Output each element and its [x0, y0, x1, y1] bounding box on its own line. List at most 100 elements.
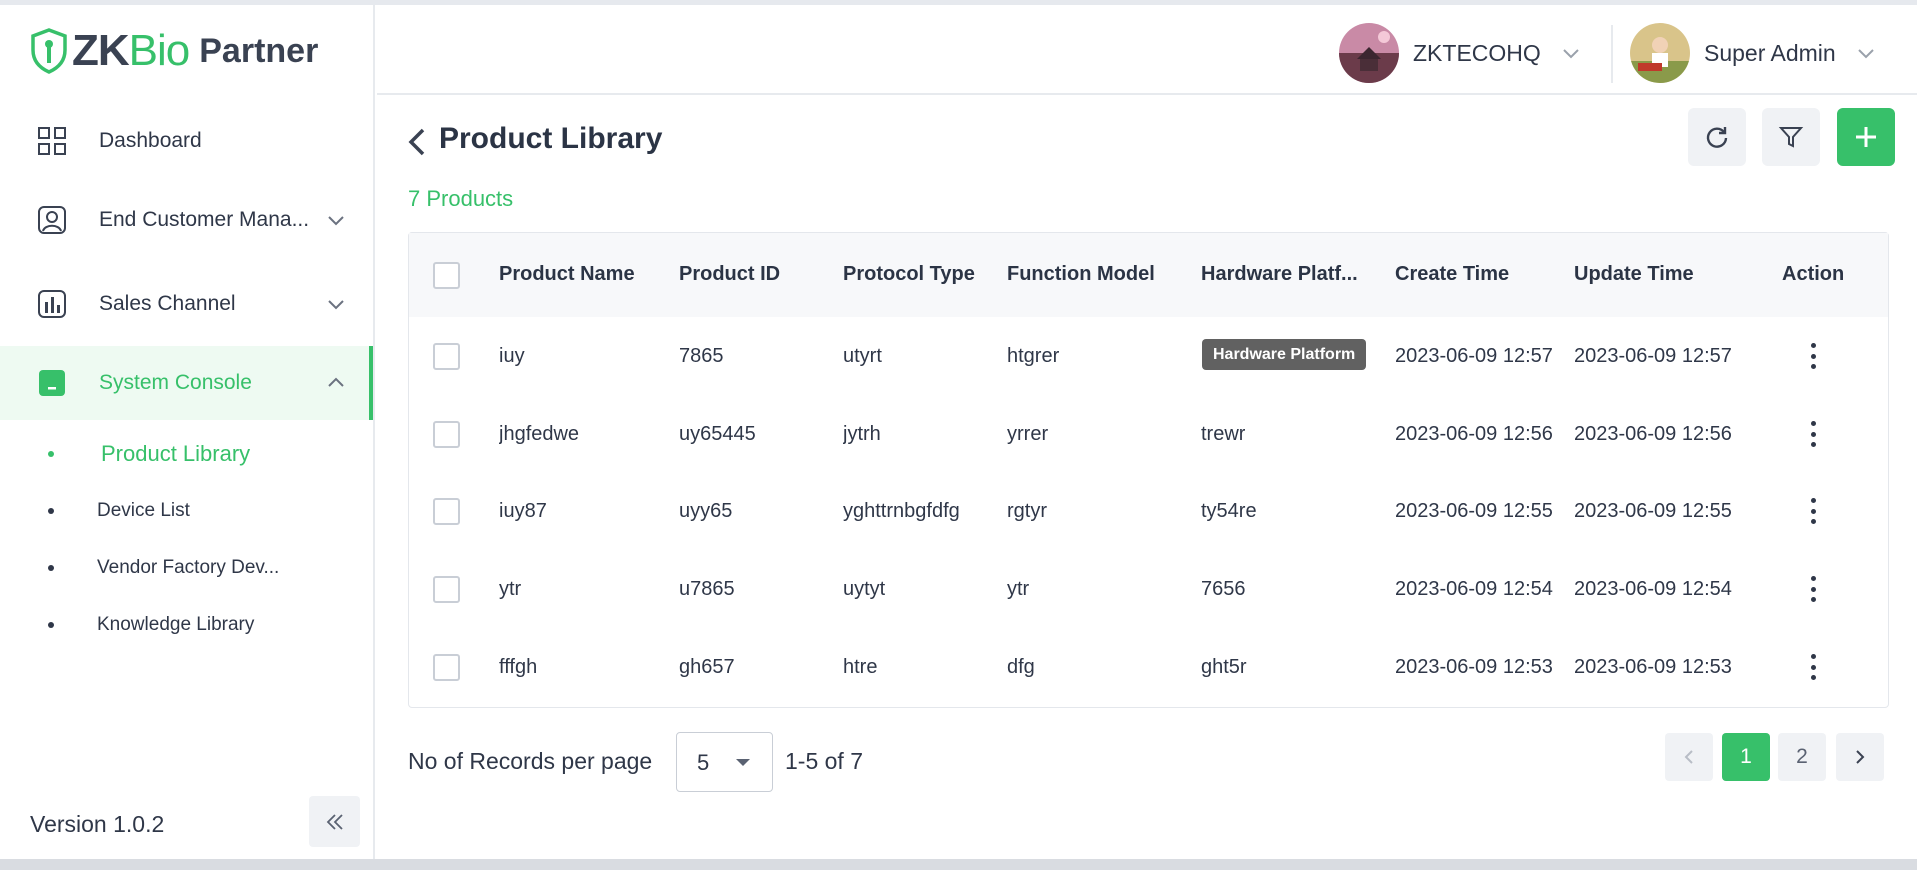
- row-checkbox[interactable]: [433, 343, 460, 370]
- user-badge-icon: [38, 206, 66, 234]
- column-header-product-name[interactable]: Product Name: [499, 263, 635, 286]
- more-actions-icon[interactable]: [1808, 421, 1818, 447]
- back-arrow-icon[interactable]: [405, 126, 429, 158]
- cell-protocol-type: yghttrnbgfdfg: [843, 500, 960, 522]
- filter-button[interactable]: [1762, 108, 1820, 166]
- sidebar-item-dashboard[interactable]: Dashboard: [0, 104, 373, 178]
- cell-hardware-platform: 7656: [1201, 578, 1246, 600]
- product-table: Product Name Product ID Protocol Type Fu…: [408, 232, 1889, 708]
- table-row[interactable]: iuy 7865 utyrt htgrer 2023-06-09 12:57 2…: [409, 317, 1888, 395]
- row-checkbox[interactable]: [433, 576, 460, 603]
- sidebar-subitem-label: Knowledge Library: [97, 614, 255, 635]
- more-actions-icon[interactable]: [1808, 654, 1818, 680]
- chevron-down-icon: [328, 300, 344, 310]
- prev-page-button[interactable]: [1665, 733, 1713, 781]
- caret-down-icon: [736, 759, 750, 766]
- bar-chart-icon: [38, 290, 66, 318]
- sidebar-item-system-console[interactable]: System Console: [0, 346, 373, 420]
- sidebar-item-label: Sales Channel: [99, 292, 236, 315]
- logo-bio-text: Bio: [128, 26, 191, 75]
- column-header-function-model[interactable]: Function Model: [1007, 263, 1155, 286]
- top-header: ZKTECOHQ Super Admin: [377, 5, 1917, 95]
- cell-function-model: dfg: [1007, 656, 1035, 678]
- sidebar-item-end-customer[interactable]: End Customer Mana...: [0, 183, 373, 257]
- page-button-1[interactable]: 1: [1722, 733, 1770, 781]
- select-all-checkbox[interactable]: [433, 262, 460, 289]
- version-text: Version 1.0.2: [30, 811, 165, 837]
- sidebar-subitem-product-library[interactable]: Product Library: [0, 432, 373, 476]
- chevron-left-icon: [1684, 750, 1693, 764]
- sidebar-subitem-label: Product Library: [101, 441, 251, 466]
- shield-logo-icon: [31, 28, 67, 74]
- user-menu[interactable]: Super Admin: [1630, 23, 1878, 83]
- page-button-2[interactable]: 2: [1778, 733, 1826, 781]
- grid-icon: [38, 127, 66, 155]
- chevron-down-icon: [1563, 49, 1579, 59]
- sidebar-subitem-knowledge-library[interactable]: Knowledge Library: [0, 603, 373, 647]
- org-switcher[interactable]: ZKTECOHQ: [1339, 23, 1583, 83]
- refresh-icon: [1706, 127, 1728, 148]
- more-actions-icon[interactable]: [1808, 498, 1818, 524]
- table-row[interactable]: ytr u7865 uytyt ytr 7656 2023-06-09 12:5…: [409, 550, 1888, 628]
- cell-product-name: iuy: [499, 345, 525, 367]
- cell-function-model: htgrer: [1007, 345, 1060, 367]
- cell-product-id: gh657: [679, 656, 735, 678]
- sidebar-item-sales-channel[interactable]: Sales Channel: [0, 267, 373, 341]
- cell-create-time: 2023-06-09 12:53: [1395, 656, 1553, 678]
- logo-zk-text: ZK: [72, 26, 130, 75]
- row-checkbox[interactable]: [433, 421, 460, 448]
- cell-protocol-type: utyrt: [843, 345, 882, 367]
- table-row[interactable]: iuy87 uyy65 yghttrnbgfdfg rgtyr ty54re 2…: [409, 472, 1888, 550]
- cell-update-time: 2023-06-09 12:53: [1574, 656, 1732, 678]
- cell-function-model: ytr: [1007, 578, 1030, 600]
- double-chevron-left-icon: [326, 813, 343, 830]
- cell-create-time: 2023-06-09 12:55: [1395, 500, 1553, 522]
- column-header-hardware-platform[interactable]: Hardware Platf...: [1201, 263, 1358, 286]
- user-avatar: [1630, 23, 1690, 83]
- column-header-protocol-type[interactable]: Protocol Type: [843, 263, 975, 286]
- row-checkbox[interactable]: [433, 498, 460, 525]
- sidebar-subitem-vendor-factory[interactable]: Vendor Factory Dev...: [0, 546, 373, 590]
- column-header-action: Action: [1782, 263, 1845, 285]
- collapse-sidebar-button[interactable]: [309, 796, 360, 847]
- next-page-button[interactable]: [1836, 733, 1884, 781]
- cell-update-time: 2023-06-09 12:56: [1574, 423, 1732, 445]
- cell-protocol-type: jytrh: [843, 423, 881, 445]
- refresh-button[interactable]: [1688, 108, 1746, 166]
- column-header-product-id[interactable]: Product ID: [679, 263, 780, 286]
- cell-product-id: u7865: [679, 578, 735, 600]
- org-name: ZKTECOHQ: [1413, 39, 1541, 66]
- bullet-dot: [48, 508, 54, 514]
- cell-product-id: uy65445: [679, 423, 756, 445]
- console-icon: [39, 370, 65, 396]
- row-checkbox[interactable]: [433, 654, 460, 681]
- table-row[interactable]: fffgh gh657 htre dfg ght5r 2023-06-09 12…: [409, 628, 1888, 706]
- column-header-update-time: Update Time: [1574, 263, 1694, 285]
- more-actions-icon[interactable]: [1808, 576, 1818, 602]
- records-per-page-select[interactable]: 5: [676, 732, 773, 792]
- cell-hardware-platform: ght5r: [1201, 656, 1247, 678]
- bullet-dot: [48, 565, 54, 571]
- add-product-button[interactable]: [1837, 108, 1895, 166]
- sidebar-subitem-label: Device List: [97, 500, 190, 521]
- cell-create-time: 2023-06-09 12:57: [1395, 345, 1553, 367]
- records-range: 1-5 of 7: [785, 748, 863, 774]
- cell-update-time: 2023-06-09 12:54: [1574, 578, 1732, 600]
- cell-create-time: 2023-06-09 12:56: [1395, 423, 1553, 445]
- chevron-right-icon: [1856, 750, 1865, 764]
- chevron-up-icon: [328, 377, 344, 387]
- cell-product-name: ytr: [499, 578, 522, 600]
- column-header-create-time[interactable]: Create Time: [1395, 263, 1509, 286]
- records-per-page-value: 5: [697, 750, 710, 775]
- more-actions-icon[interactable]: [1808, 343, 1818, 369]
- cell-function-model: rgtyr: [1007, 500, 1047, 522]
- cell-product-name: fffgh: [499, 656, 538, 678]
- table-row[interactable]: jhgfedwe uy65445 jytrh yrrer trewr 2023-…: [409, 395, 1888, 473]
- chevron-down-icon: [1857, 49, 1874, 59]
- sidebar-subitem-device-list[interactable]: Device List: [0, 489, 373, 533]
- cell-product-id: uyy65: [679, 500, 733, 522]
- bottom-border: [0, 859, 1917, 870]
- cell-hardware-platform: trewr: [1201, 423, 1246, 445]
- sidebar-item-label: End Customer Mana...: [99, 208, 310, 231]
- table-header: Product Name Product ID Protocol Type Fu…: [409, 233, 1888, 317]
